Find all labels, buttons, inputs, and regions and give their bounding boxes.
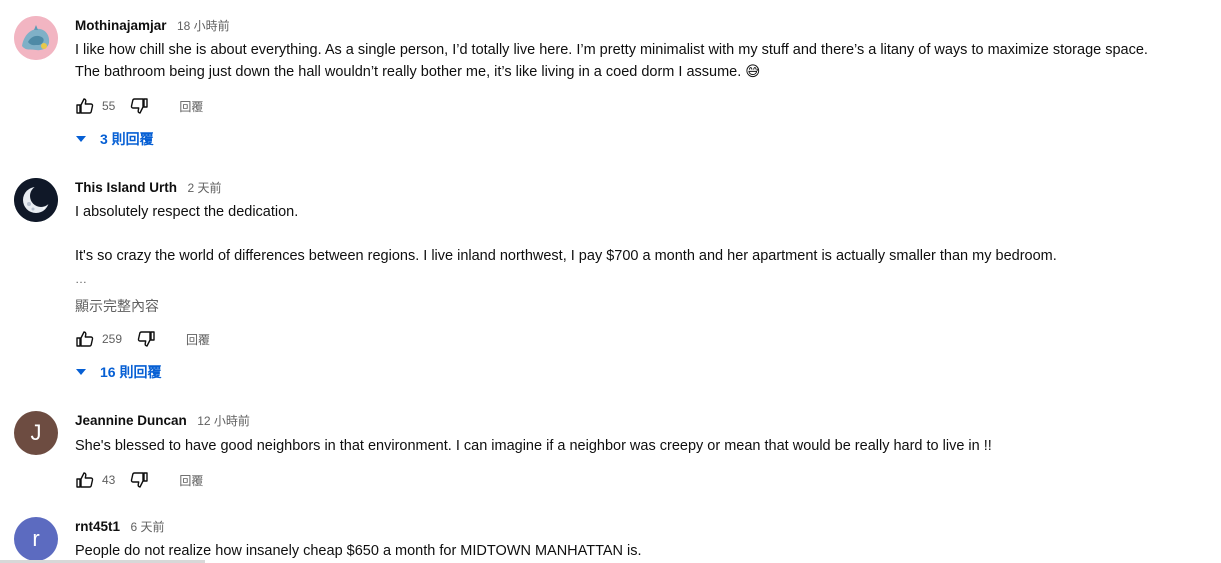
reply-button[interactable]: 回覆 [179, 98, 203, 115]
author-name[interactable]: Jeannine Duncan [75, 413, 187, 428]
like-count: 259 [102, 332, 123, 346]
comment-header: This Island Urth 2 天前 [75, 179, 221, 197]
like-count: 55 [102, 99, 116, 113]
comment-text-line: I absolutely respect the dedication. [75, 204, 299, 220]
thumbs-up-icon[interactable] [75, 329, 95, 349]
like-count: 43 [102, 473, 116, 487]
caret-down-icon [76, 136, 86, 142]
comment-actions: 259 回覆 [75, 329, 210, 349]
avatar[interactable] [14, 16, 58, 60]
avatar-letter: r [32, 526, 40, 551]
reply-button[interactable]: 回覆 [186, 331, 210, 348]
caret-down-icon [76, 369, 86, 375]
avatar[interactable]: J [14, 411, 58, 455]
thumbs-up-icon[interactable] [75, 96, 95, 116]
comment-text-line: I like how chill she is about everything… [75, 42, 1148, 58]
comment-header: Mothinajamjar 18 小時前 [75, 17, 230, 35]
comment-time[interactable]: 2 天前 [187, 181, 221, 195]
comment-actions: 43 回覆 [75, 470, 203, 490]
view-replies-button[interactable]: 3 則回覆 [75, 129, 154, 149]
avatar-letter: J [30, 420, 42, 445]
comment-time[interactable]: 18 小時前 [177, 19, 230, 33]
comment-text-line: She's blessed to have good neighbors in … [75, 438, 992, 454]
avatar[interactable]: r [14, 517, 58, 561]
thumbs-down-icon[interactable] [129, 470, 149, 490]
author-name[interactable]: This Island Urth [75, 180, 177, 195]
watercolor-avatar-icon [14, 16, 58, 60]
thumbs-down-icon[interactable] [136, 329, 156, 349]
comment-text-line: The bathroom being just down the hall wo… [75, 64, 761, 80]
author-name[interactable]: Mothinajamjar [75, 18, 167, 33]
comment-text-line: It's so crazy the world of differences b… [75, 248, 1057, 264]
replies-label: 3 則回覆 [100, 131, 154, 147]
author-name[interactable]: rnt45t1 [75, 519, 120, 534]
thumbs-up-icon[interactable] [75, 470, 95, 490]
comment-header: Jeannine Duncan 12 小時前 [75, 412, 250, 430]
comments-section: Mothinajamjar 18 小時前 I like how chill sh… [0, 0, 1221, 563]
comment-header: rnt45t1 6 天前 [75, 518, 164, 536]
comment-text-line: People do not realize how insanely cheap… [75, 543, 642, 559]
reply-button[interactable]: 回覆 [179, 472, 203, 489]
comment-actions: 55 回覆 [75, 96, 203, 116]
view-replies-button[interactable]: 16 則回覆 [75, 362, 161, 382]
truncation-ellipsis: … [75, 272, 87, 286]
moon-avatar-icon [14, 178, 58, 222]
thumbs-down-icon[interactable] [129, 96, 149, 116]
comment-time[interactable]: 12 小時前 [197, 414, 250, 428]
comment-time[interactable]: 6 天前 [130, 520, 164, 534]
show-more-button[interactable]: 顯示完整內容 [75, 296, 159, 316]
avatar[interactable] [14, 178, 58, 222]
replies-label: 16 則回覆 [100, 364, 162, 380]
